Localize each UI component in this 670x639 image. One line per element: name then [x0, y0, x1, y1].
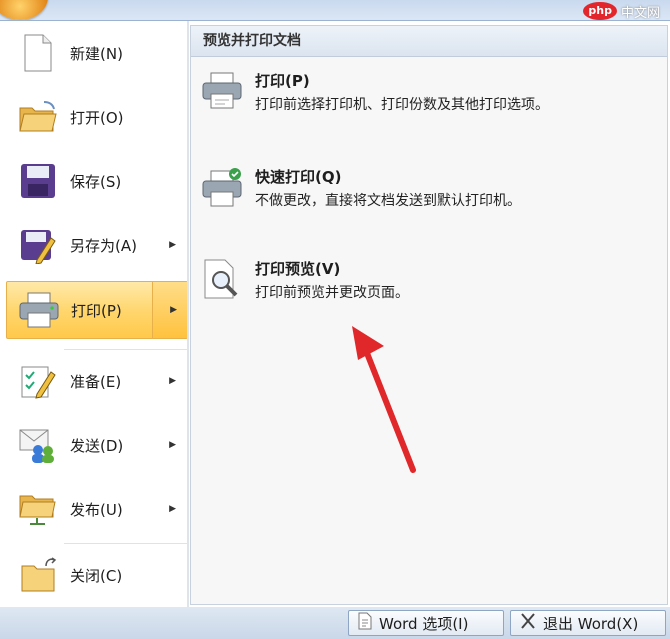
exit-word-button[interactable]: 退出 Word(X)	[510, 610, 666, 636]
word-options-label: Word 选项(I)	[379, 614, 469, 633]
word-options-button[interactable]: Word 选项(I)	[348, 610, 504, 636]
exit-icon	[519, 612, 537, 634]
document-options-icon	[357, 612, 373, 634]
annotation-arrow-icon	[352, 326, 416, 473]
menu-footer: Word 选项(I) 退出 Word(X)	[0, 607, 670, 639]
exit-word-label: 退出 Word(X)	[543, 614, 639, 633]
